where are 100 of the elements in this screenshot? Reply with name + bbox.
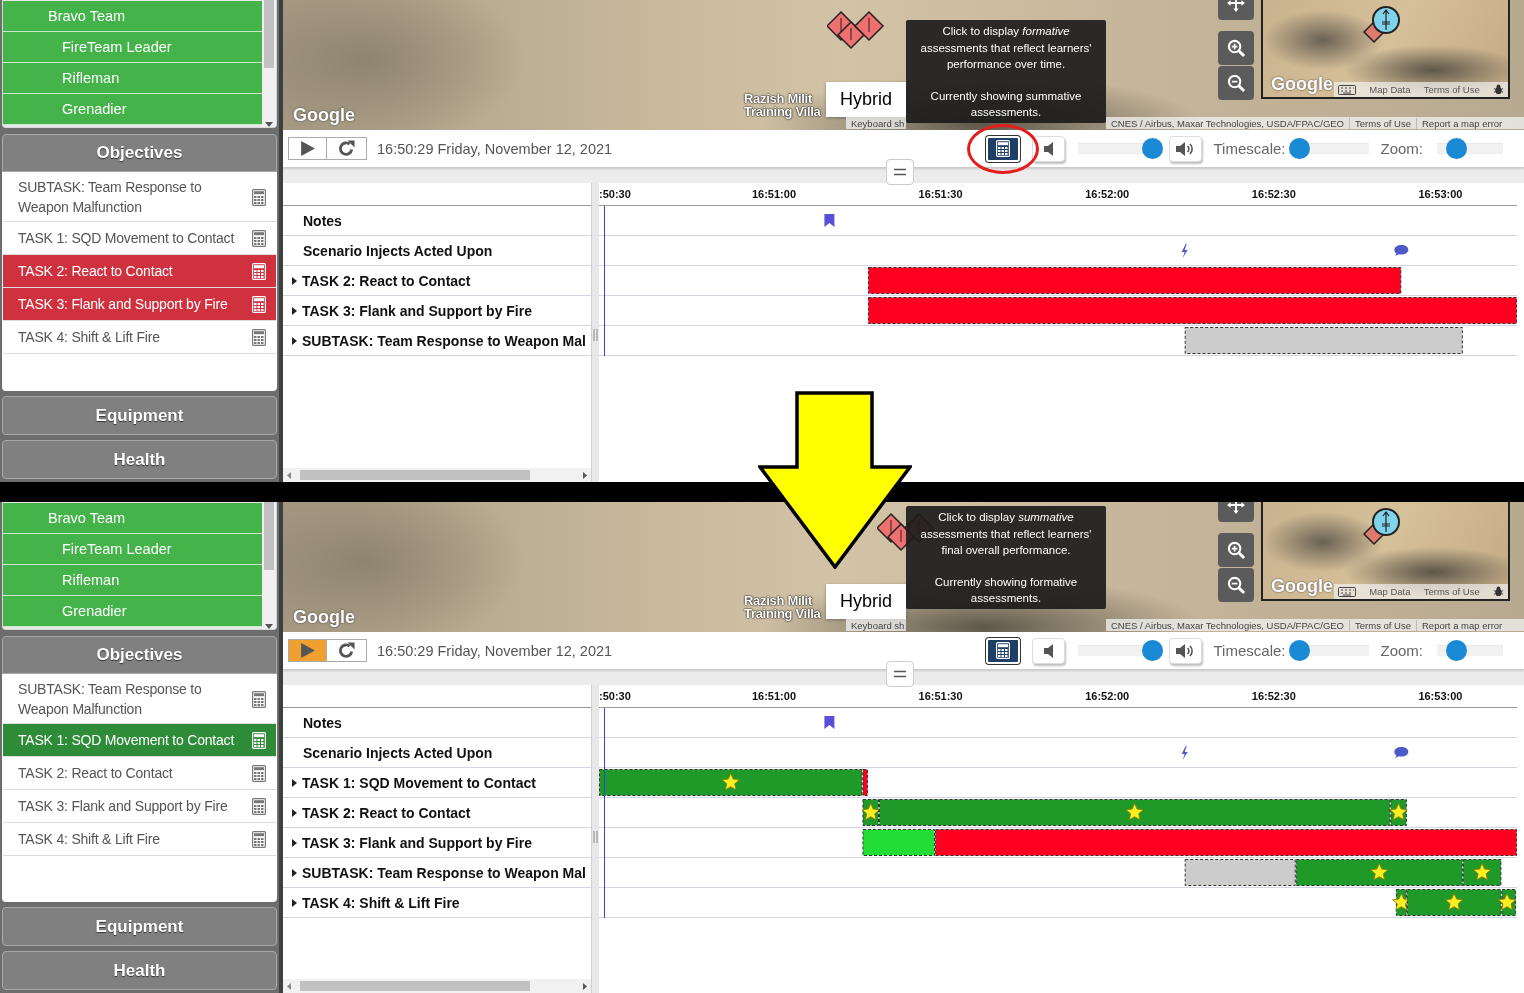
- section-header[interactable]: Objectives: [2, 636, 277, 674]
- objective-item[interactable]: TASK 3: Flank and Support by Fire: [3, 288, 276, 321]
- assessment-toggle-button[interactable]: [985, 135, 1020, 162]
- expand-caret-icon[interactable]: [292, 276, 297, 285]
- scrollbar[interactable]: [262, 502, 276, 629]
- speaker-loud-icon[interactable]: [1175, 642, 1195, 659]
- expand-caret-icon[interactable]: [292, 898, 297, 907]
- scroll-right-icon[interactable]: [583, 471, 587, 479]
- objective-item[interactable]: TASK 2: React to Contact: [3, 255, 276, 288]
- unit-marker-icon[interactable]: [1362, 506, 1402, 546]
- play-icon[interactable]: [299, 140, 316, 157]
- keyboard-icon[interactable]: [1338, 586, 1356, 597]
- drag-lines-icon[interactable]: [894, 168, 906, 176]
- time-tick-label: 16:53:00: [1418, 188, 1463, 200]
- bookmark-icon[interactable]: [824, 214, 835, 227]
- zoom-in-icon[interactable]: [1226, 540, 1246, 560]
- restart-button[interactable]: [327, 639, 367, 662]
- section-header[interactable]: Objectives: [2, 134, 277, 172]
- slider-thumb[interactable]: [1289, 640, 1311, 661]
- scrollbar-thumb[interactable]: [300, 470, 530, 480]
- keyboard-icon[interactable]: [1338, 84, 1356, 95]
- drag-lines-icon[interactable]: [894, 670, 906, 678]
- play-button[interactable]: [288, 639, 327, 662]
- map-type-button[interactable]: Hybrid: [826, 82, 906, 117]
- scroll-down-icon[interactable]: [265, 624, 273, 629]
- lightning-icon[interactable]: [1181, 244, 1188, 258]
- section-header[interactable]: Equipment: [2, 907, 277, 946]
- zoom-in-button[interactable]: [1218, 533, 1254, 567]
- resize-handle[interactable]: [886, 661, 914, 687]
- unit-marker-icon[interactable]: [1362, 4, 1402, 44]
- section-header[interactable]: Health: [2, 440, 277, 479]
- volume-down-button[interactable]: [1031, 637, 1065, 664]
- expand-caret-icon[interactable]: [292, 778, 297, 787]
- bug-icon[interactable]: [1493, 586, 1504, 597]
- zoom-in-button[interactable]: [1218, 31, 1254, 65]
- report-error-link[interactable]: Report a map error: [1416, 619, 1508, 631]
- speaker-icon[interactable]: [1042, 140, 1054, 157]
- resize-handle[interactable]: [886, 159, 914, 185]
- horizontal-scrollbar[interactable]: [283, 979, 591, 993]
- map-type-button[interactable]: Hybrid: [826, 584, 906, 619]
- scrollbar[interactable]: [262, 0, 276, 127]
- slider-thumb[interactable]: [1141, 640, 1163, 661]
- chat-bubble-icon[interactable]: [1394, 747, 1409, 758]
- unit-marker-cluster-icon[interactable]: [827, 10, 885, 50]
- scroll-right-icon[interactable]: [583, 982, 587, 990]
- slider-thumb[interactable]: [1446, 640, 1468, 661]
- expand-caret-icon[interactable]: [292, 808, 297, 817]
- expand-caret-icon[interactable]: [292, 306, 297, 315]
- scrollbar-thumb[interactable]: [300, 981, 530, 991]
- bug-icon[interactable]: [1493, 84, 1504, 95]
- minimap[interactable]: Google Map Data Terms of Use: [1261, 0, 1510, 99]
- keyboard-shortcuts-link[interactable]: Keyboard sh: [846, 619, 910, 631]
- time-tick-label: 16:51:30: [918, 188, 963, 200]
- volume-down-button[interactable]: [1031, 135, 1065, 162]
- terms-link[interactable]: Terms of Use: [1349, 117, 1416, 129]
- zoom-out-button[interactable]: [1218, 568, 1254, 602]
- scrollbar-thumb[interactable]: [264, 502, 274, 570]
- zoom-out-icon[interactable]: [1226, 575, 1246, 595]
- section-header[interactable]: Equipment: [2, 396, 277, 435]
- report-error-link[interactable]: Report a map error: [1416, 117, 1508, 129]
- objective-item[interactable]: TASK 1: SQD Movement to Contact: [3, 724, 276, 757]
- google-logo: Google: [1271, 74, 1333, 95]
- lightning-icon[interactable]: [1181, 746, 1188, 760]
- time-tick-label: 16:52:00: [1085, 188, 1130, 200]
- zoom-out-icon[interactable]: [1226, 73, 1246, 93]
- assessment-toggle-button[interactable]: [985, 637, 1020, 664]
- restart-button[interactable]: [327, 137, 367, 160]
- bookmark-icon[interactable]: [824, 716, 835, 729]
- splitter-grip-icon[interactable]: [593, 831, 598, 843]
- speaker-icon[interactable]: [1042, 642, 1054, 659]
- minimap[interactable]: Google Map Data Terms of Use: [1261, 502, 1510, 601]
- play-button[interactable]: [288, 137, 327, 160]
- speaker-loud-icon[interactable]: [1175, 140, 1195, 157]
- restart-icon[interactable]: [337, 139, 356, 158]
- scrollbar-thumb[interactable]: [264, 0, 274, 68]
- expand-caret-icon[interactable]: [292, 868, 297, 877]
- section-header[interactable]: Health: [2, 951, 277, 990]
- slider-thumb[interactable]: [1289, 138, 1311, 159]
- expand-caret-icon[interactable]: [292, 336, 297, 345]
- keyboard-shortcuts-link[interactable]: Keyboard sh: [846, 117, 910, 129]
- terms-link[interactable]: Terms of Use: [1423, 586, 1480, 597]
- slider-thumb[interactable]: [1141, 138, 1163, 159]
- volume-up-button[interactable]: [1168, 637, 1202, 664]
- scroll-left-icon[interactable]: [287, 982, 291, 990]
- zoom-in-icon[interactable]: [1226, 38, 1246, 58]
- volume-up-button[interactable]: [1168, 135, 1202, 162]
- restart-icon[interactable]: [337, 641, 356, 660]
- terms-link[interactable]: Terms of Use: [1423, 84, 1480, 95]
- play-icon[interactable]: [299, 642, 316, 659]
- horizontal-scrollbar[interactable]: [283, 468, 591, 482]
- scroll-left-icon[interactable]: [287, 471, 291, 479]
- chat-bubble-icon[interactable]: [1394, 245, 1409, 256]
- expand-caret-icon[interactable]: [292, 838, 297, 847]
- zoom-out-button[interactable]: [1218, 66, 1254, 100]
- terms-link[interactable]: Terms of Use: [1349, 619, 1416, 631]
- map-data-link[interactable]: Map Data: [1369, 586, 1411, 597]
- slider-thumb[interactable]: [1446, 138, 1468, 159]
- scroll-down-icon[interactable]: [265, 122, 273, 127]
- map-data-link[interactable]: Map Data: [1369, 84, 1411, 95]
- splitter-grip-icon[interactable]: [593, 329, 598, 341]
